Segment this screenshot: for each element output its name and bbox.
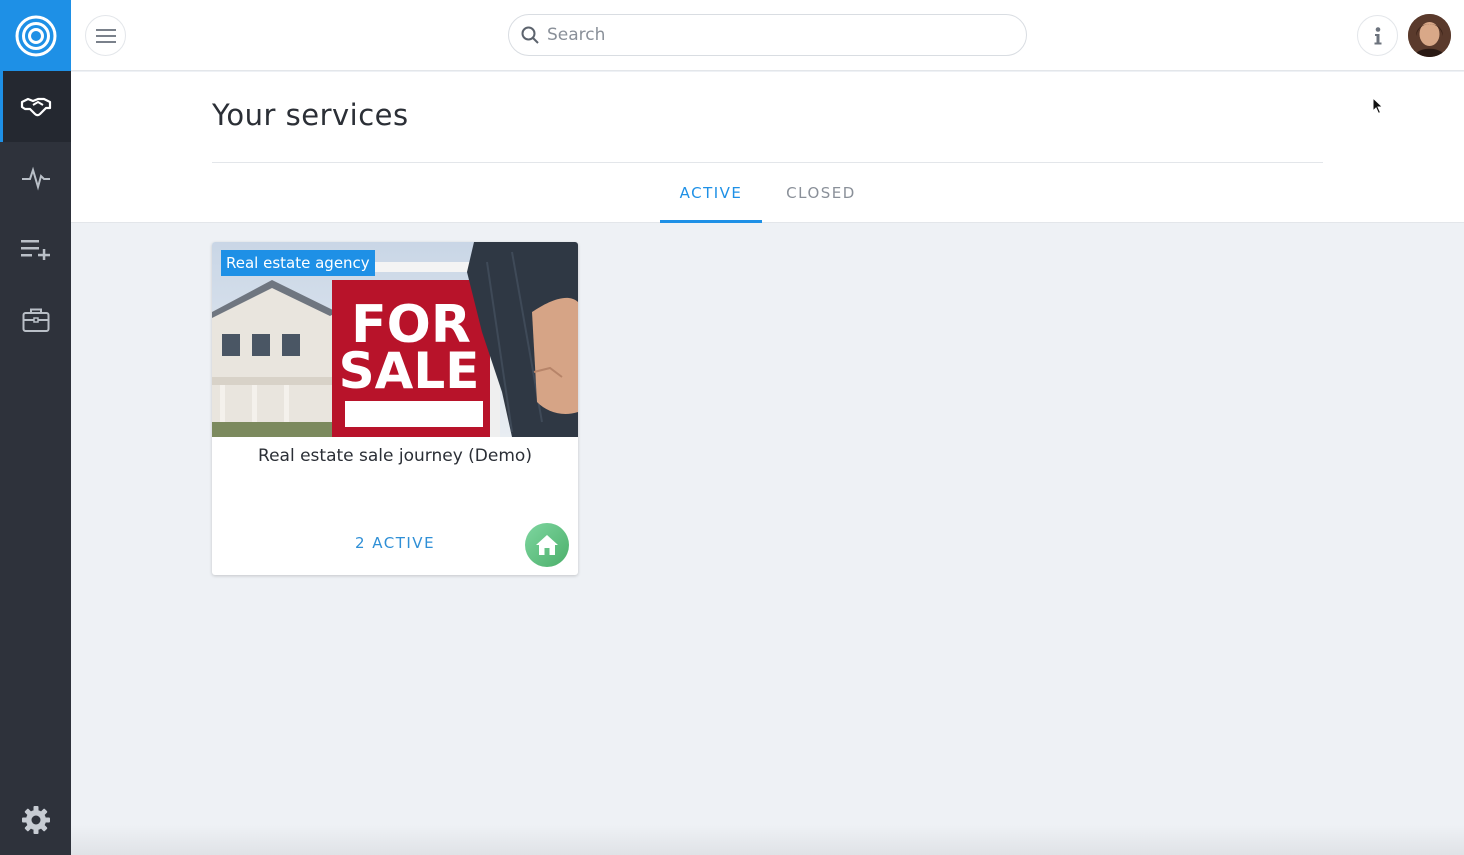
page-header: Your services ACTIVE CLOSED (71, 72, 1464, 223)
gear-icon (21, 805, 50, 834)
user-photo-icon (1408, 14, 1451, 57)
settings-button[interactable] (0, 784, 71, 855)
home-icon (536, 535, 558, 555)
menu-button[interactable] (85, 15, 126, 56)
hamburger-icon (95, 28, 116, 43)
sign-line-sale: SALE (339, 342, 480, 400)
tab-closed[interactable]: CLOSED (770, 163, 872, 223)
sidebar-item-services[interactable] (0, 71, 71, 142)
top-bar (71, 0, 1464, 71)
card-badge (525, 523, 569, 567)
card-title[interactable]: Real estate sale journey (Demo) (212, 446, 578, 466)
header-divider (212, 162, 1323, 163)
avatar[interactable] (1408, 14, 1451, 57)
card-active-count[interactable]: 2 ACTIVE (212, 534, 578, 552)
pulse-icon (21, 166, 50, 191)
info-button[interactable] (1357, 15, 1398, 56)
playlist-add-icon (20, 239, 50, 260)
sidebar-item-activity[interactable] (0, 142, 71, 213)
app-logo[interactable] (0, 0, 71, 71)
card-category-tag: Real estate agency (221, 250, 375, 276)
page-title: Your services (212, 98, 409, 132)
mouse-cursor-icon (1372, 97, 1384, 115)
handshake-icon (20, 97, 51, 116)
info-icon (1374, 26, 1381, 44)
service-card[interactable]: FOR SALE Real estate agency Real estate … (212, 242, 578, 575)
search-icon (521, 26, 539, 44)
search-box[interactable] (508, 14, 1027, 56)
tab-active[interactable]: ACTIVE (660, 163, 762, 223)
sidebar-item-portfolio[interactable] (0, 284, 71, 355)
sidebar-item-add-list[interactable] (0, 213, 71, 284)
briefcase-icon (22, 308, 49, 332)
sidebar (0, 0, 71, 855)
target-rings-icon (15, 15, 56, 56)
bottom-shadow (71, 825, 1464, 855)
search-input[interactable] (547, 25, 987, 45)
